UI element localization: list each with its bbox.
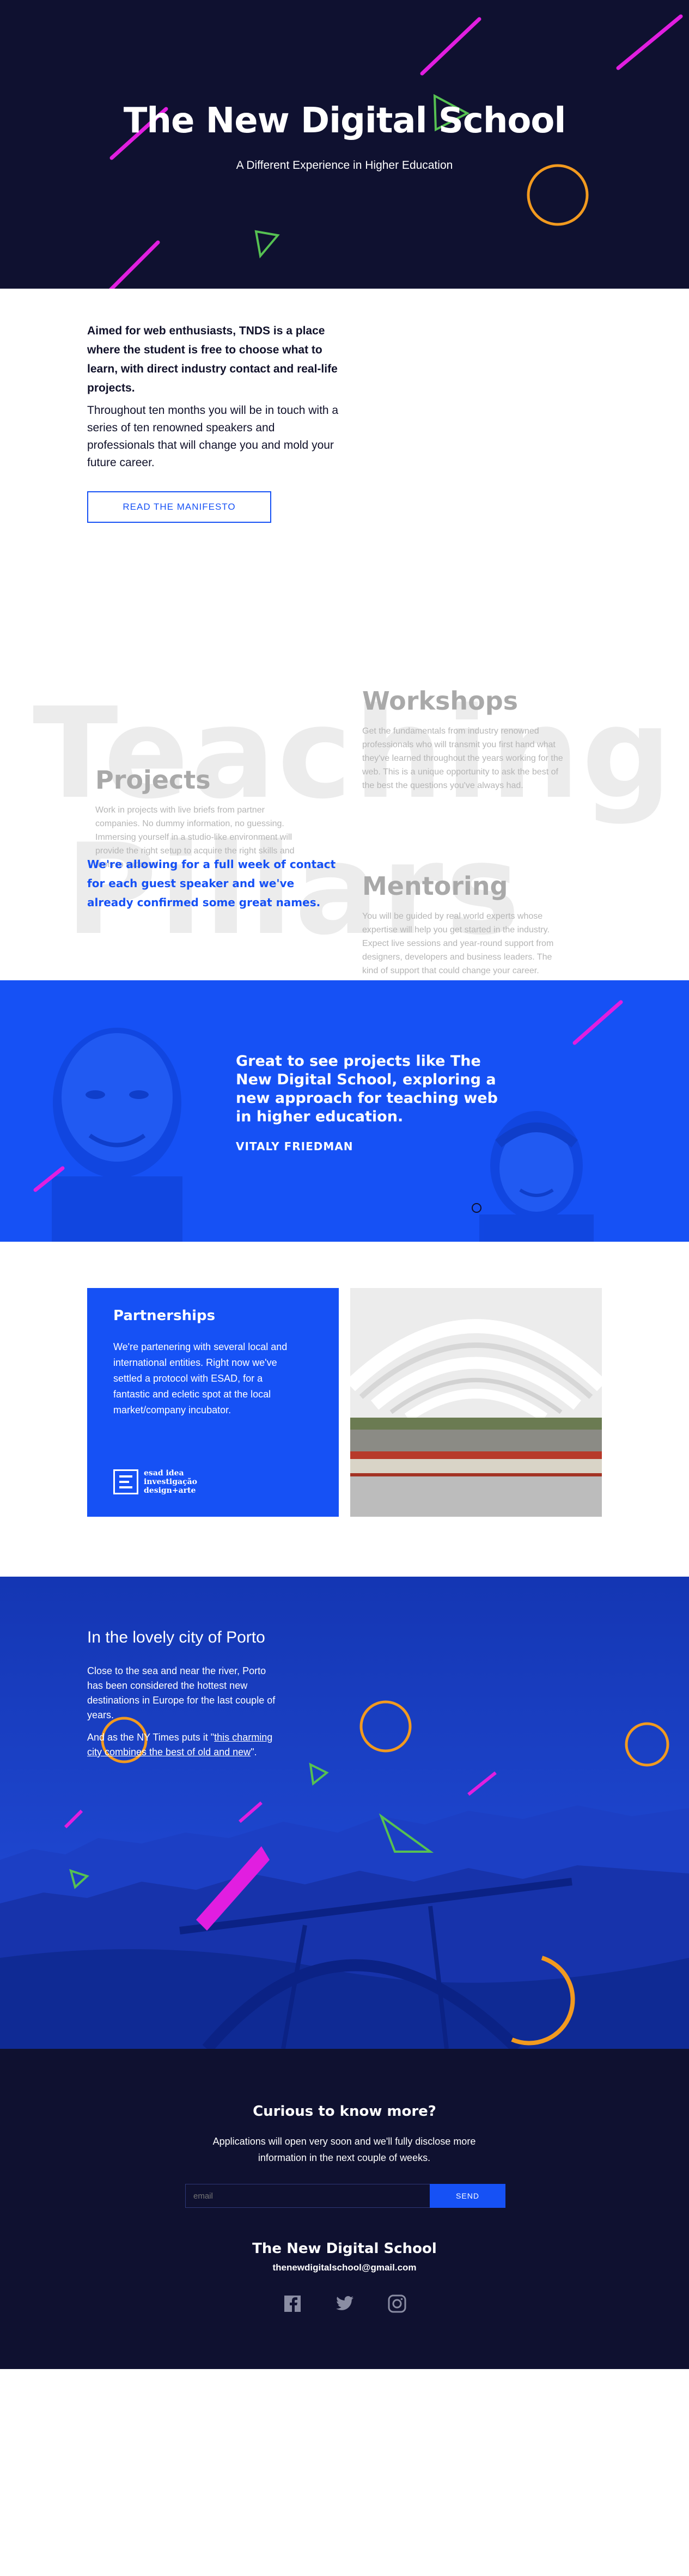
email-field[interactable] [185, 2184, 430, 2208]
magenta-line [616, 14, 683, 70]
pillar-text-workshops: Get the fundamentals from industry renow… [362, 727, 563, 790]
magenta-line [572, 1000, 623, 1045]
porto-city-illustration [0, 1577, 689, 2049]
hero-section: The New Digital School A Different Exper… [0, 0, 689, 289]
footer-title: Curious to know more? [253, 2103, 436, 2120]
footer: Curious to know more? Applications will … [0, 2049, 689, 2369]
orange-circle [527, 164, 589, 226]
read-manifesto-button[interactable]: READ THE MANIFESTO [87, 491, 271, 523]
porto-paragraph: Close to the sea and near the river, Por… [87, 1665, 276, 1720]
porto-section: In the lovely city of Porto Close to the… [0, 1577, 689, 2049]
twitter-icon[interactable] [334, 2293, 356, 2315]
teaching-pillars: Teaching Pillars Workshops Get the funda… [33, 686, 672, 975]
intro-lead: Aimed for web enthusiasts, TNDS is a pla… [87, 325, 338, 394]
porto-text: Close to the sea and near the river, Por… [87, 1664, 283, 1760]
pillar-text-mentoring: You will be guided by real world experts… [362, 912, 554, 975]
facebook-icon[interactable] [282, 2293, 303, 2315]
contact-email[interactable]: thenewdigitalschool@gmail.com [0, 2262, 689, 2273]
esad-logo-line: investigação [144, 1478, 197, 1486]
market-photo-illustration [350, 1288, 602, 1517]
esad-logo-line: esad idea [144, 1469, 184, 1478]
hero-decorations [109, 14, 683, 289]
speaker-photo-right [479, 1111, 594, 1242]
porto-title: In the lovely city of Porto [87, 1628, 265, 1646]
speaker-photo-left [52, 1028, 182, 1242]
pillar-title-mentoring: Mentoring [362, 871, 508, 901]
esad-logo: esad idea investigação design+arte [113, 1469, 197, 1495]
page-title: The New Digital School [123, 101, 566, 141]
send-button[interactable]: SEND [430, 2184, 505, 2208]
speakers-note: We're allowing for a full week of contac… [87, 858, 336, 909]
esad-logo-line: design+arte [144, 1486, 196, 1495]
quote-text: Great to see projects like The New Digit… [236, 1053, 498, 1125]
market-photo [350, 1288, 602, 1517]
porto-quote: And as the NY Times puts it "this charmi… [87, 1730, 283, 1760]
testimonial-section: Great to see projects like The New Digit… [0, 980, 689, 1242]
partnerships-section: Partnerships We're partenering with seve… [0, 1242, 689, 1577]
partnerships-title: Partnerships [113, 1308, 216, 1324]
magenta-line [420, 17, 481, 76]
porto-quote-suffix: ". [251, 1747, 257, 1757]
intro-body: Throughout ten months you will be in tou… [87, 404, 339, 469]
social-links [0, 2293, 689, 2315]
page-subtitle: A Different Experience in Higher Educati… [236, 159, 453, 172]
partnerships-text: We're partenering with several local and… [113, 1341, 288, 1415]
porto-quote-prefix: And as the NY Times puts it " [87, 1732, 215, 1743]
footer-text: Applications will open very soon and we'… [212, 2136, 476, 2163]
magenta-line [109, 240, 160, 289]
footer-brand: The New Digital School [252, 2241, 437, 2257]
partnerships-card: Partnerships We're partenering with seve… [87, 1288, 339, 1517]
slider-dot [472, 1203, 481, 1213]
esad-logo-mark [113, 1469, 138, 1494]
pillar-title-workshops: Workshops [362, 686, 519, 716]
pillar-title-projects: Projects [95, 765, 211, 795]
green-triangle [254, 230, 280, 259]
teaching-word: Teaching [33, 681, 674, 827]
esad-logo-text: esad idea investigação design+arte [144, 1469, 197, 1495]
instagram-icon[interactable] [386, 2293, 408, 2315]
quote-author: VITALY FRIEDMAN [236, 1140, 353, 1153]
